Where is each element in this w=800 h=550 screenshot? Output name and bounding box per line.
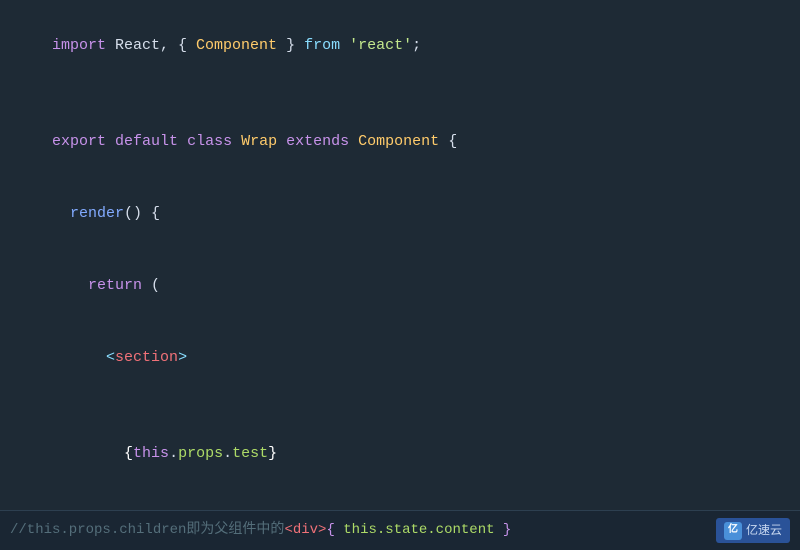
watermark: 亿 亿速云 <box>716 518 790 543</box>
code-line-7 <box>16 394 784 418</box>
watermark-icon: 亿 <box>724 522 742 540</box>
code-line-5: return ( <box>16 250 784 322</box>
code-line-1: import React, { Component } from 'react'… <box>16 10 784 82</box>
code-line-4: render() { <box>16 178 784 250</box>
watermark-text: 亿速云 <box>746 521 782 540</box>
code-line-9 <box>16 490 784 510</box>
bottom-comment: //this.props.children即为父组件中的<div>{ this.… <box>10 519 716 541</box>
code-line-6: <section> <box>16 322 784 394</box>
code-line-3: export default class Wrap extends Compon… <box>16 106 784 178</box>
bottom-bar: //this.props.children即为父组件中的<div>{ this.… <box>0 510 800 550</box>
code-editor: import React, { Component } from 'react'… <box>0 0 800 510</box>
code-line-2 <box>16 82 784 106</box>
code-line-8: {this.props.test} <box>16 418 784 490</box>
